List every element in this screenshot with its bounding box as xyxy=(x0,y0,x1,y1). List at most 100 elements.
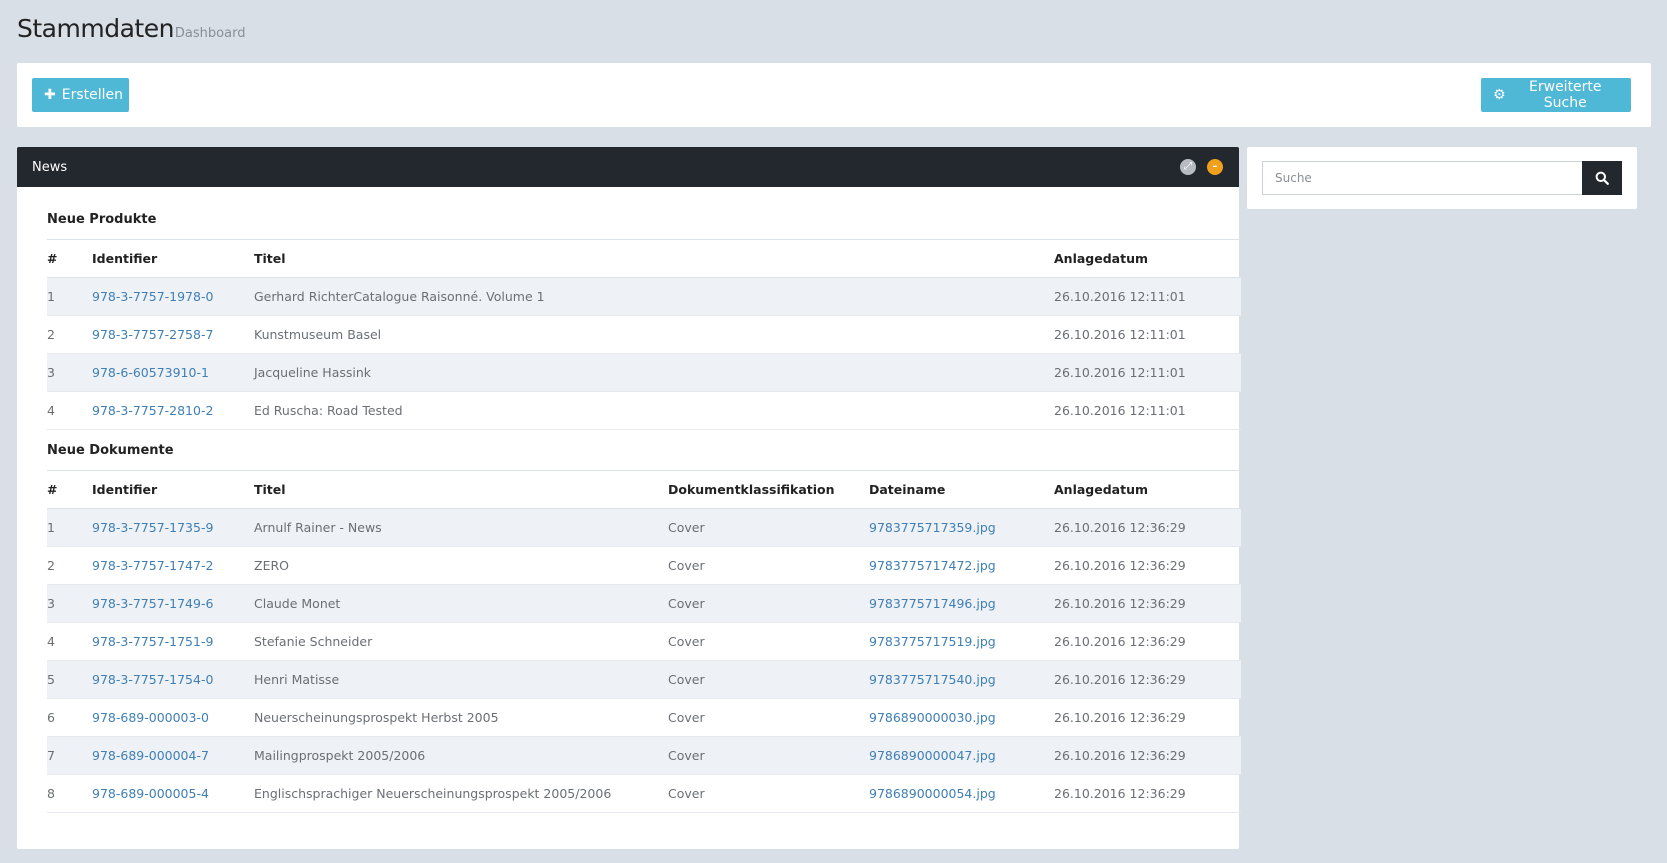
minus-icon[interactable]: – xyxy=(1207,159,1223,175)
identifier-link[interactable]: 978-3-7757-1747-2 xyxy=(92,558,213,573)
document-row: 4 978-3-7757-1751-9 Stefanie Schneider Cove… xyxy=(47,622,1241,661)
filename: 9786890000047.jpg xyxy=(869,736,1054,775)
row-number: 2 xyxy=(47,315,92,354)
title: Gerhard RichterCatalogue Raisonné. Volum… xyxy=(254,277,1054,316)
advanced-search-button[interactable]: ⚙ Erweiterte Suche xyxy=(1481,78,1631,112)
identifier: 978-3-7757-1749-6 xyxy=(92,584,254,623)
created-date: 26.10.2016 12:11:01 xyxy=(1054,353,1241,392)
filename-link[interactable]: 9783775717359.jpg xyxy=(869,520,996,535)
search-button[interactable] xyxy=(1582,161,1622,195)
identifier-link[interactable]: 978-689-000005-4 xyxy=(92,786,209,801)
filename-link[interactable]: 9786890000030.jpg xyxy=(869,710,996,725)
news-panel-header: News ⤢ – xyxy=(17,147,1239,187)
row-number: 4 xyxy=(47,622,92,661)
identifier-link[interactable]: 978-3-7757-2810-2 xyxy=(92,403,213,418)
page-subtitle: Dashboard xyxy=(174,26,246,41)
identifier: 978-3-7757-2810-2 xyxy=(92,391,254,430)
filename: 9783775717496.jpg xyxy=(869,584,1054,623)
classification: Cover xyxy=(668,508,869,547)
document-row: 3 978-3-7757-1749-6 Claude Monet Cover 97837… xyxy=(47,584,1241,623)
filename-link[interactable]: 9783775717496.jpg xyxy=(869,596,996,611)
filename: 9783775717359.jpg xyxy=(869,508,1054,547)
page-header: Stammdaten Dashboard xyxy=(17,14,245,43)
page-title: Stammdaten xyxy=(17,14,174,43)
identifier-link[interactable]: 978-3-7757-1749-6 xyxy=(92,596,213,611)
row-number: 8 xyxy=(47,774,92,813)
created-date: 26.10.2016 12:36:29 xyxy=(1054,774,1241,813)
created-date: 26.10.2016 12:36:29 xyxy=(1054,622,1241,661)
col-header: Identifier xyxy=(92,251,158,266)
search-input[interactable] xyxy=(1262,161,1582,195)
classification: Cover xyxy=(668,736,869,775)
products-table: # Identifier Titel Anlagedatum 1 978-3-77… xyxy=(47,239,1241,430)
products-section-title: Neue Produkte xyxy=(47,211,157,227)
title: Stefanie Schneider xyxy=(254,622,668,661)
filename: 9783775717472.jpg xyxy=(869,546,1054,585)
title: Mailingprospekt 2005/2006 xyxy=(254,736,668,775)
identifier-link[interactable]: 978-3-7757-1735-9 xyxy=(92,520,213,535)
identifier: 978-6-60573910-1 xyxy=(92,353,254,392)
documents-section-title: Neue Dokumente xyxy=(47,442,174,458)
classification: Cover xyxy=(668,660,869,699)
expand-icon[interactable]: ⤢ xyxy=(1180,159,1196,175)
identifier: 978-3-7757-1735-9 xyxy=(92,508,254,547)
created-date: 26.10.2016 12:36:29 xyxy=(1054,698,1241,737)
title: Kunstmuseum Basel xyxy=(254,315,1054,354)
identifier: 978-3-7757-2758-7 xyxy=(92,315,254,354)
document-row: 5 978-3-7757-1754-0 Henri Matisse Cover 9783… xyxy=(47,660,1241,699)
identifier-link[interactable]: 978-689-000004-7 xyxy=(92,748,209,763)
identifier: 978-3-7757-1751-9 xyxy=(92,622,254,661)
identifier-link[interactable]: 978-3-7757-1754-0 xyxy=(92,672,213,687)
row-number: 3 xyxy=(47,353,92,392)
news-panel: News ⤢ – Neue Produkte # Identifier Tite… xyxy=(17,147,1241,849)
row-number: 7 xyxy=(47,736,92,775)
row-number: 4 xyxy=(47,391,92,430)
filename-link[interactable]: 9783775717540.jpg xyxy=(869,672,996,687)
identifier-link[interactable]: 978-689-000003-0 xyxy=(92,710,209,725)
created-date: 26.10.2016 12:11:01 xyxy=(1054,391,1241,430)
identifier-link[interactable]: 978-3-7757-2758-7 xyxy=(92,327,213,342)
created-date: 26.10.2016 12:11:01 xyxy=(1054,315,1241,354)
classification: Cover xyxy=(668,622,869,661)
product-row: 4 978-3-7757-2810-2 Ed Ruscha: Road Tested… xyxy=(47,391,1241,430)
product-row: 3 978-6-60573910-1 Jacqueline Hassink 26.10… xyxy=(47,353,1241,392)
news-panel-body: Neue Produkte # Identifier Titel Anlaged… xyxy=(17,187,1241,813)
filename: 9783775717519.jpg xyxy=(869,622,1054,661)
filename: 9783775717540.jpg xyxy=(869,660,1054,699)
create-button[interactable]: ✚ Erstellen xyxy=(32,78,129,112)
row-number: 3 xyxy=(47,584,92,623)
product-row: 2 978-3-7757-2758-7 Kunstmuseum Basel 26.10… xyxy=(47,315,1241,354)
search-widget xyxy=(1247,147,1637,209)
document-row: 8 978-689-000005-4 Englischsprachiger Neue… xyxy=(47,774,1241,813)
created-date: 26.10.2016 12:36:29 xyxy=(1054,660,1241,699)
identifier: 978-689-000003-0 xyxy=(92,698,254,737)
plus-icon: ✚ xyxy=(44,87,56,103)
classification: Cover xyxy=(668,584,869,623)
identifier-link[interactable]: 978-3-7757-1978-0 xyxy=(92,289,213,304)
advanced-search-button-label: Erweiterte Suche xyxy=(1529,79,1602,111)
filename-link[interactable]: 9786890000047.jpg xyxy=(869,748,996,763)
gear-icon: ⚙ xyxy=(1493,87,1506,103)
identifier: 978-3-7757-1754-0 xyxy=(92,660,254,699)
products-header-row: # Identifier Titel Anlagedatum xyxy=(47,239,1241,278)
classification: Cover xyxy=(668,546,869,585)
title: ZERO xyxy=(254,546,668,585)
filename: 9786890000054.jpg xyxy=(869,774,1054,813)
filename-link[interactable]: 9786890000054.jpg xyxy=(869,786,996,801)
created-date: 26.10.2016 12:36:29 xyxy=(1054,584,1241,623)
identifier-link[interactable]: 978-6-60573910-1 xyxy=(92,365,209,380)
identifier-link[interactable]: 978-3-7757-1751-9 xyxy=(92,634,213,649)
title: Englischsprachiger Neuerscheinungsprospe… xyxy=(254,774,668,813)
document-row: 6 978-689-000003-0 Neuerscheinungsprospekt… xyxy=(47,698,1241,737)
row-number: 2 xyxy=(47,546,92,585)
filename-link[interactable]: 9783775717519.jpg xyxy=(869,634,996,649)
identifier: 978-3-7757-1747-2 xyxy=(92,546,254,585)
identifier: 978-3-7757-1978-0 xyxy=(92,277,254,316)
filename-link[interactable]: 9783775717472.jpg xyxy=(869,558,996,573)
col-header: Dateiname xyxy=(869,482,946,497)
documents-header-row: # Identifier Titel Dokumentklassifikatio… xyxy=(47,470,1241,509)
created-date: 26.10.2016 12:36:29 xyxy=(1054,546,1241,585)
row-number: 6 xyxy=(47,698,92,737)
panel-tools: ⤢ – xyxy=(1180,159,1223,175)
document-row: 2 978-3-7757-1747-2 ZERO Cover 9783775717472… xyxy=(47,546,1241,585)
